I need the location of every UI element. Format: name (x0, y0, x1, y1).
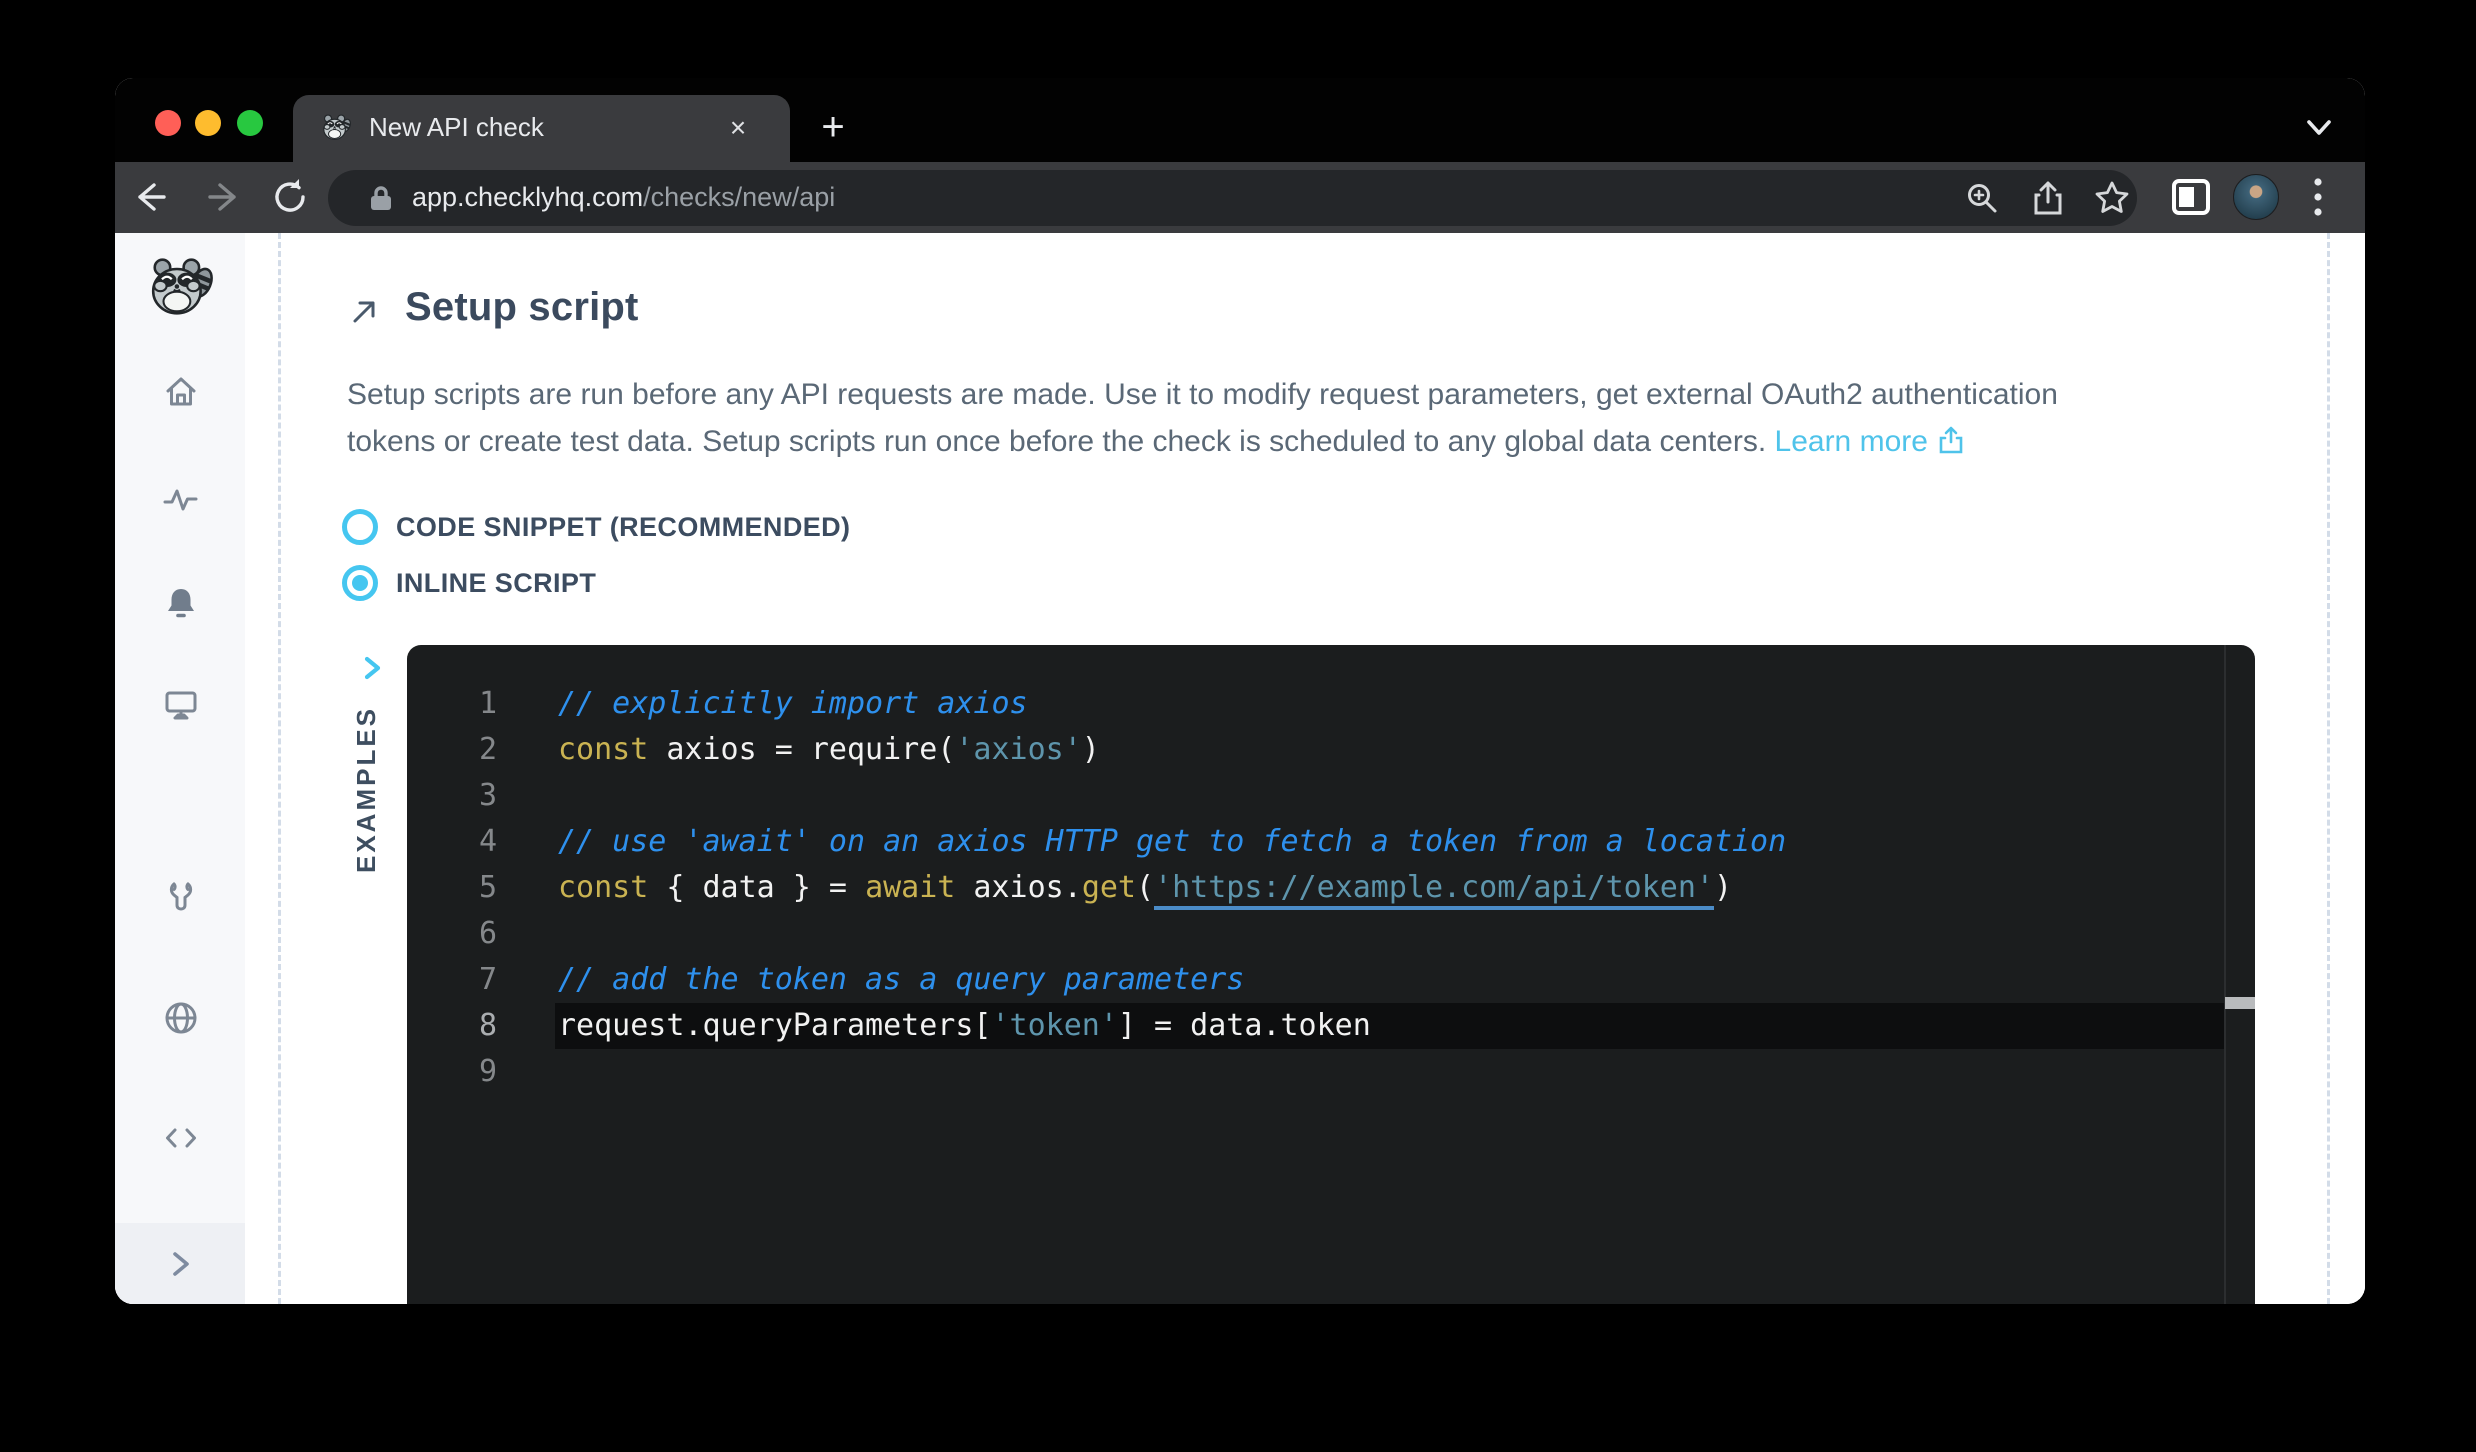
editor-scrollbar-track (2224, 645, 2226, 1304)
code-line[interactable]: 8 request.queryParameters['token'] = data… (407, 1003, 2255, 1049)
sidebar-expand-section[interactable] (115, 1223, 245, 1304)
radio-option-inline-script[interactable]: INLINE SCRIPT (342, 565, 596, 601)
line-code[interactable]: // add the token as a query parameters (555, 957, 2224, 1003)
line-number: 5 (407, 865, 497, 911)
code-line[interactable]: 4 // use 'await' on an axios HTTP get to … (407, 819, 2255, 865)
section-anchor-arrow-icon[interactable] (349, 297, 379, 327)
radio-label: INLINE SCRIPT (396, 568, 596, 599)
bookmark-star-icon[interactable] (2094, 180, 2130, 216)
line-code[interactable]: const { data } = await axios.get('https:… (555, 865, 2224, 911)
code-editor[interactable]: 1 // explicitly import axios 2 const axios … (407, 645, 2255, 1304)
url-path: /checks/new/api (643, 182, 835, 212)
page-content: Setup script Setup scripts are run befor… (115, 233, 2365, 1304)
app-sidebar (115, 233, 245, 1304)
forward-icon[interactable] (200, 175, 244, 219)
description-line-2: tokens or create test data. Setup script… (347, 418, 2058, 465)
close-window-button[interactable] (155, 110, 181, 136)
code-line[interactable]: 7 // add the token as a query parameters (407, 957, 2255, 1003)
bell-icon[interactable] (163, 585, 199, 621)
globe-icon[interactable] (163, 1000, 199, 1036)
right-dashed-divider (2327, 233, 2330, 1304)
address-bar[interactable]: app.checklyhq.com/checks/new/api (328, 170, 2137, 226)
url-text: app.checklyhq.com/checks/new/api (412, 170, 835, 226)
home-icon[interactable] (163, 374, 199, 410)
code-line[interactable]: 3 (407, 773, 2255, 819)
line-code[interactable]: // explicitly import axios (555, 681, 2224, 727)
editor-scrollbar-thumb[interactable] (2225, 997, 2255, 1009)
activity-icon[interactable] (163, 483, 199, 519)
url-host: app.checklyhq.com (412, 182, 643, 212)
line-number: 4 (407, 819, 497, 865)
tab-title: New API check (369, 95, 544, 162)
line-number: 7 (407, 957, 497, 1003)
line-number: 8 (407, 1003, 497, 1049)
radio-checked[interactable] (342, 565, 378, 601)
expand-sidebar-chevron-icon[interactable] (163, 1247, 197, 1281)
setup-script-section: Setup script Setup scripts are run befor… (245, 233, 2365, 1304)
page-title: Setup script (405, 285, 639, 330)
tab-bar: New API check × + (115, 78, 2365, 162)
line-number: 6 (407, 911, 497, 957)
tab-close-icon[interactable]: × (721, 111, 755, 145)
tab-overflow-chevron-icon[interactable] (2301, 114, 2337, 142)
zoom-icon[interactable] (1964, 180, 2000, 216)
new-tab-button[interactable]: + (813, 108, 853, 148)
description-line-1: Setup scripts are run before any API req… (347, 371, 2058, 418)
line-code[interactable]: const axios = require('axios') (555, 727, 2224, 773)
code-line[interactable]: 1 // explicitly import axios (407, 681, 2255, 727)
profile-avatar[interactable] (2233, 174, 2279, 220)
line-number: 1 (407, 681, 497, 727)
examples-chevron-icon[interactable] (359, 655, 385, 681)
share-icon[interactable] (2030, 180, 2066, 216)
external-link-icon (1938, 426, 1964, 454)
wrench-icon[interactable] (163, 880, 199, 916)
monitor-icon[interactable] (163, 687, 199, 723)
desktop-background: New API check × + (0, 0, 2476, 1452)
line-code[interactable]: request.queryParameters['token'] = data.… (555, 1003, 2224, 1049)
code-line[interactable]: 6 (407, 911, 2255, 957)
browser-window: New API check × + (115, 78, 2365, 1304)
line-code[interactable] (555, 773, 2224, 819)
checkly-favicon (321, 112, 351, 142)
line-number: 2 (407, 727, 497, 773)
radio-option-code-snippet[interactable]: CODE SNIPPET (RECOMMENDED) (342, 509, 850, 545)
line-code[interactable]: // use 'await' on an axios HTTP get to f… (555, 819, 2224, 865)
fullscreen-window-button[interactable] (237, 110, 263, 136)
left-dashed-divider (278, 233, 281, 1304)
side-panel-icon[interactable] (2172, 179, 2210, 215)
line-number: 3 (407, 773, 497, 819)
line-code[interactable] (555, 1049, 2224, 1095)
line-code[interactable] (555, 911, 2224, 957)
code-icon[interactable] (163, 1120, 199, 1156)
radio-unchecked[interactable] (342, 509, 378, 545)
lock-icon (368, 184, 394, 212)
browser-menu-icon[interactable] (2311, 176, 2325, 218)
browser-toolbar: app.checklyhq.com/checks/new/api (115, 162, 2365, 233)
radio-label: CODE SNIPPET (RECOMMENDED) (396, 512, 850, 543)
code-line[interactable]: 9 (407, 1049, 2255, 1095)
section-description: Setup scripts are run before any API req… (347, 371, 2058, 465)
reload-icon[interactable] (268, 175, 312, 219)
code-lines: 1 // explicitly import axios 2 const axios … (407, 681, 2255, 1095)
code-line[interactable]: 2 const axios = require('axios') (407, 727, 2255, 773)
browser-tab[interactable]: New API check × (293, 95, 790, 162)
line-number: 9 (407, 1049, 497, 1095)
back-icon[interactable] (130, 175, 174, 219)
learn-more-link[interactable]: Learn more (1775, 425, 1964, 458)
code-line[interactable]: 5 const { data } = await axios.get('https… (407, 865, 2255, 911)
examples-tab[interactable]: EXAMPLES (351, 703, 382, 873)
minimize-window-button[interactable] (195, 110, 221, 136)
checkly-logo[interactable] (142, 253, 218, 319)
